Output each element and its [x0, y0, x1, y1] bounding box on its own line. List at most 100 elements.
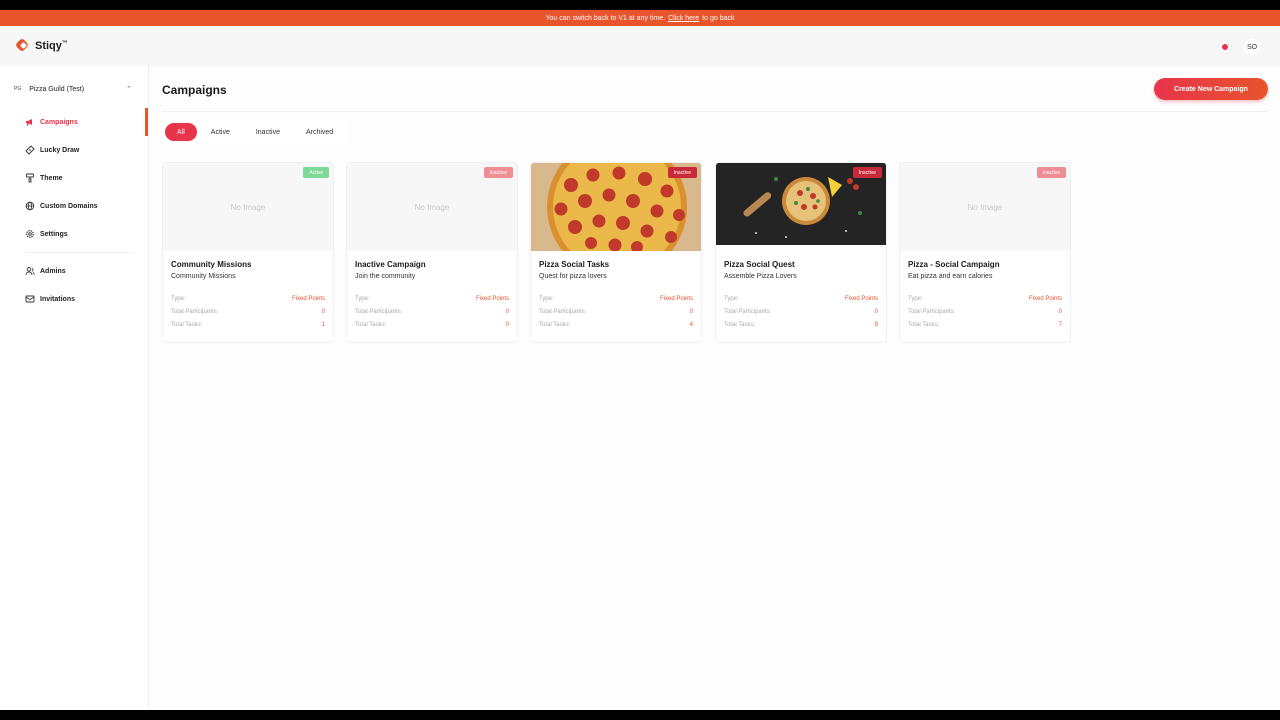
top-right-controls: SO: [1218, 39, 1260, 55]
card-image-placeholder: No Image Active: [163, 163, 333, 251]
card-subtitle: Assemble Pizza Lovers: [724, 273, 797, 280]
type-label: Type:: [908, 296, 923, 302]
sidebar-item-custom-domains[interactable]: Custom Domains: [0, 192, 148, 220]
campaign-card[interactable]: No Image Active Community Missions Commu…: [162, 162, 334, 343]
participants-label: Total Participants:: [724, 309, 772, 315]
tasks-label: Total Tasks:: [355, 322, 387, 328]
participants-value: 0: [1058, 309, 1062, 315]
main-content: Campaigns Create New Campaign All Active…: [149, 66, 1280, 710]
tasks-value: 0: [505, 322, 509, 328]
status-badge: Active: [303, 167, 329, 178]
logo-icon: [14, 37, 30, 53]
tasks-value: 9: [874, 322, 878, 328]
participants-value: 0: [874, 309, 878, 315]
card-title: Pizza - Social Campaign: [908, 260, 1000, 269]
tasks-value: 7: [1058, 322, 1062, 328]
banner-text: You can switch back to V1 at any time.: [545, 14, 666, 22]
card-image-placeholder: No Image Inactive: [347, 163, 517, 251]
page-title: Campaigns: [162, 83, 227, 97]
sidebar-item-admins[interactable]: Admins: [0, 257, 148, 285]
tasks-label: Total Tasks:: [724, 322, 756, 328]
tasks-label: Total Tasks:: [539, 322, 571, 328]
type-value: Fixed Points: [659, 296, 693, 302]
campaign-card[interactable]: No Image Inactive Pizza - Social Campaig…: [899, 162, 1071, 343]
sidebar: PG Pizza Guild (Test) ⌃ Campaigns Lucky …: [0, 66, 149, 710]
tasks-value: 4: [689, 322, 693, 328]
card-subtitle: Quest for pizza lovers: [539, 273, 607, 280]
type-value: Fixed Points: [1028, 296, 1062, 302]
status-indicator-icon[interactable]: [1218, 40, 1232, 54]
sidebar-item-label: Invitations: [40, 295, 76, 303]
org-badge: PG: [14, 86, 22, 92]
card-title: Community Missions: [171, 260, 252, 269]
card-subtitle: Community Missions: [171, 273, 236, 280]
sidebar-item-lucky-draw[interactable]: Lucky Draw: [0, 136, 148, 164]
type-label: Type:: [539, 296, 554, 302]
paint-roller-icon: [25, 173, 35, 183]
tasks-label: Total Tasks:: [171, 322, 203, 328]
chevron-up-down-icon: ⌃: [126, 86, 132, 93]
card-subtitle: Join the community: [355, 273, 416, 280]
type-value: Fixed Points: [844, 296, 878, 302]
type-value: Fixed Points: [475, 296, 509, 302]
create-campaign-button[interactable]: Create New Campaign: [1154, 78, 1268, 100]
status-badge: Inactive: [852, 167, 882, 178]
type-label: Type:: [171, 296, 186, 302]
status-badge: Inactive: [483, 167, 513, 178]
sidebar-item-settings[interactable]: Settings: [0, 220, 148, 248]
globe-icon: [25, 201, 35, 211]
users-icon: [25, 266, 35, 276]
sidebar-item-label: Lucky Draw: [40, 146, 80, 154]
tab-inactive[interactable]: Inactive: [244, 123, 292, 141]
card-image-placeholder: No Image Inactive: [900, 163, 1070, 251]
brand-logo[interactable]: Stiqy™: [14, 37, 68, 53]
participants-value: 0: [321, 309, 325, 315]
top-bar: Stiqy™ SO: [0, 26, 1280, 66]
participants-value: 0: [689, 309, 693, 315]
type-value: Fixed Points: [291, 296, 325, 302]
campaign-card[interactable]: Inactive Pizza Social Quest Assemble Piz…: [715, 162, 887, 343]
sidebar-item-label: Settings: [40, 230, 68, 238]
version-banner: You can switch back to V1 at any time. C…: [0, 10, 1280, 26]
card-title: Pizza Social Quest: [724, 260, 795, 269]
no-image-label: No Image: [414, 202, 450, 212]
sidebar-item-campaigns[interactable]: Campaigns: [0, 108, 148, 136]
org-name: Pizza Guild (Test): [29, 85, 85, 93]
sidebar-item-invitations[interactable]: Invitations: [0, 285, 148, 313]
sidebar-item-label: Admins: [40, 267, 66, 275]
banner-suffix: to go back: [702, 14, 735, 22]
brand-name: Stiqy: [35, 40, 62, 52]
tab-active[interactable]: Active: [199, 123, 242, 141]
header-divider: [162, 111, 1268, 112]
banner-link[interactable]: Click here: [668, 15, 699, 22]
participants-label: Total Participants:: [539, 309, 587, 315]
gear-icon: [25, 229, 35, 239]
megaphone-icon: [25, 117, 35, 127]
participants-label: Total Participants:: [171, 309, 219, 315]
no-image-label: No Image: [230, 202, 266, 212]
status-badge: Inactive: [1036, 167, 1066, 178]
no-image-label: No Image: [967, 202, 1003, 212]
sidebar-item-label: Campaigns: [40, 118, 78, 126]
card-image-pepperoni-pizza: Inactive: [531, 163, 701, 251]
status-badge: Inactive: [667, 167, 697, 178]
card-image-pizza-dark-table: Inactive: [716, 163, 886, 251]
sidebar-item-label: Custom Domains: [40, 202, 98, 210]
campaign-card[interactable]: Inactive Pizza Social Tasks Quest for pi…: [530, 162, 702, 343]
tasks-label: Total Tasks:: [908, 322, 940, 328]
app-window: You can switch back to V1 at any time. C…: [0, 10, 1280, 710]
tab-all[interactable]: All: [165, 123, 197, 141]
avatar[interactable]: SO: [1244, 39, 1260, 55]
sidebar-item-theme[interactable]: Theme: [0, 164, 148, 192]
card-subtitle: Eat pizza and earn calories: [908, 273, 993, 280]
sidebar-divider: [25, 252, 134, 253]
participants-label: Total Participants:: [355, 309, 403, 315]
participants-value: 0: [505, 309, 509, 315]
ticket-icon: [25, 145, 35, 155]
card-title: Pizza Social Tasks: [539, 260, 610, 269]
mail-icon: [25, 294, 35, 304]
tab-archived[interactable]: Archived: [294, 123, 345, 141]
filter-tabs: All Active Inactive Archived: [162, 120, 349, 144]
org-switcher[interactable]: PG Pizza Guild (Test) ⌃: [0, 74, 148, 104]
campaign-card[interactable]: No Image Inactive Inactive Campaign Join…: [346, 162, 518, 343]
